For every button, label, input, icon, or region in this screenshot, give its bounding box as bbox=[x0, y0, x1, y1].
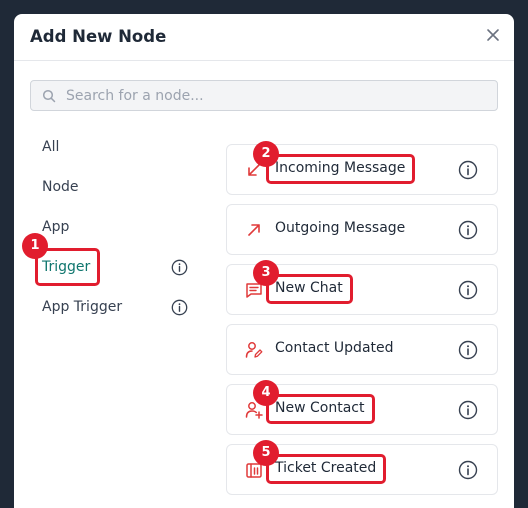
node-card-outgoing-message[interactable]: Outgoing Message bbox=[226, 204, 498, 255]
close-icon[interactable] bbox=[484, 26, 502, 44]
search-icon bbox=[42, 89, 56, 103]
arrow-up-right-icon bbox=[248, 224, 260, 236]
sidebar-item-app[interactable]: App bbox=[42, 217, 69, 237]
user-edit-icon bbox=[245, 342, 263, 358]
highlight-ticket-created bbox=[266, 454, 386, 484]
info-icon[interactable] bbox=[458, 400, 478, 420]
search-box bbox=[30, 80, 498, 111]
highlight-new-contact bbox=[266, 394, 375, 424]
info-icon[interactable] bbox=[458, 280, 478, 300]
search-input[interactable] bbox=[66, 81, 486, 110]
modal-title: Add New Node bbox=[30, 27, 167, 46]
node-label: Outgoing Message bbox=[275, 220, 406, 236]
sidebar-item-all[interactable]: All bbox=[42, 137, 59, 157]
info-icon[interactable] bbox=[458, 160, 478, 180]
node-label: Contact Updated bbox=[275, 340, 394, 356]
app-trigger-info-icon[interactable] bbox=[171, 299, 188, 316]
annotation-badge-4: 4 bbox=[253, 380, 279, 406]
node-card-contact-updated[interactable]: Contact Updated bbox=[226, 324, 498, 375]
trigger-info-icon[interactable] bbox=[171, 259, 188, 276]
info-icon[interactable] bbox=[458, 460, 478, 480]
annotation-badge-1: 1 bbox=[22, 233, 48, 259]
info-icon[interactable] bbox=[458, 220, 478, 240]
highlight-incoming-message bbox=[266, 154, 415, 184]
annotation-badge-5: 5 bbox=[253, 440, 279, 466]
annotation-badge-3: 3 bbox=[253, 260, 279, 286]
info-icon[interactable] bbox=[458, 340, 478, 360]
modal-header: Add New Node bbox=[14, 14, 514, 61]
sidebar-item-node[interactable]: Node bbox=[42, 177, 79, 197]
annotation-badge-2: 2 bbox=[253, 141, 279, 167]
sidebar-item-app-trigger[interactable]: App Trigger bbox=[42, 297, 122, 317]
highlight-new-chat bbox=[266, 274, 353, 304]
